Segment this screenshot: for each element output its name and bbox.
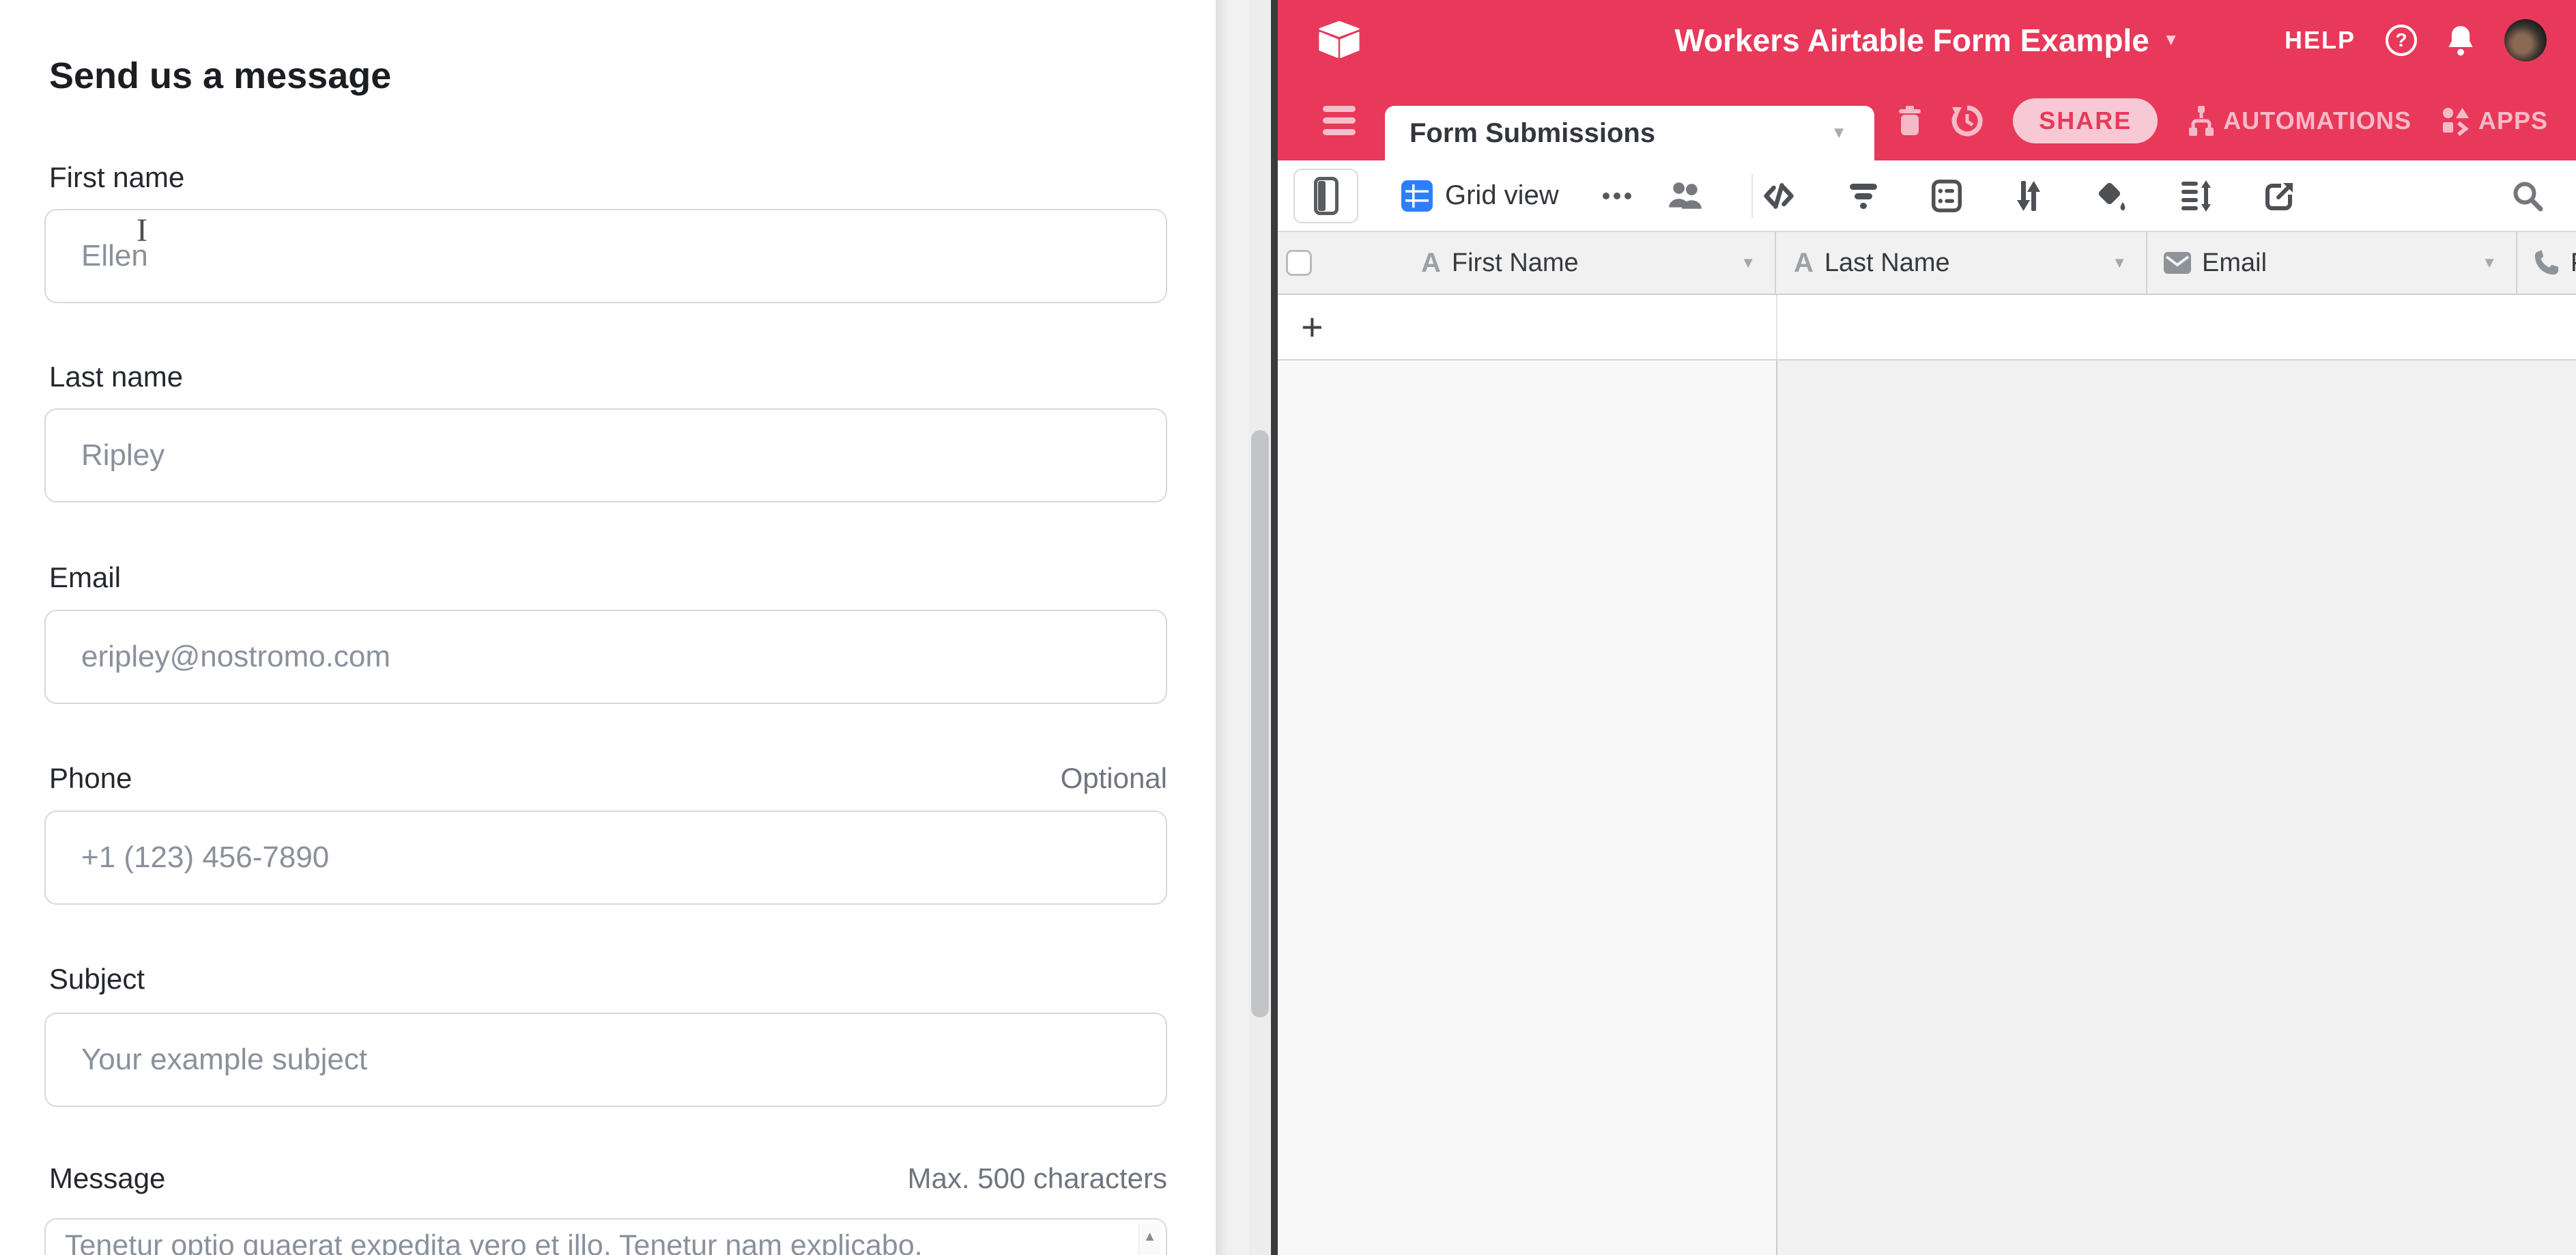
first-name-input[interactable]	[44, 209, 1167, 303]
column-header-email[interactable]: Email ▼	[2147, 232, 2517, 294]
hide-fields-button[interactable]	[1762, 182, 1795, 210]
column-dropdown-caret-icon[interactable]: ▼	[2482, 254, 2497, 272]
automations-button[interactable]: AUTOMATIONS	[2188, 106, 2412, 136]
grid-view-icon[interactable]	[1401, 180, 1433, 212]
sidebar-toggle-icon	[1314, 177, 1339, 215]
grid-body-background	[1777, 361, 2576, 1255]
email-label: Email	[49, 561, 121, 594]
contact-form-pane: Send us a message First name I Last name…	[0, 0, 1216, 1255]
phone-optional-hint: Optional	[1061, 762, 1167, 795]
message-maxchars-hint: Max. 500 characters	[907, 1162, 1167, 1195]
share-view-button[interactable]	[2265, 181, 2295, 211]
automations-icon	[2188, 106, 2215, 136]
column-dropdown-caret-icon[interactable]: ▼	[2112, 254, 2127, 272]
bell-icon[interactable]	[2447, 25, 2474, 56]
phone-input[interactable]	[44, 810, 1167, 905]
subject-input[interactable]	[44, 1013, 1167, 1107]
airtable-window: Workers Airtable Form Example ▼ HELP ? F…	[1278, 0, 2576, 1255]
apps-button[interactable]: APPS	[2442, 106, 2548, 136]
automations-label: AUTOMATIONS	[2223, 107, 2412, 135]
airtable-topbar: Workers Airtable Form Example ▼ HELP ?	[1278, 0, 2576, 81]
column-dropdown-caret-icon[interactable]: ▼	[1741, 254, 1756, 272]
message-text: Tenetur optio quaerat expedita vero et i…	[65, 1229, 923, 1255]
trash-icon[interactable]	[1898, 106, 1921, 136]
phone-field-type-icon	[2534, 250, 2560, 276]
user-avatar[interactable]	[2504, 19, 2547, 61]
table-caret-icon: ▼	[1831, 124, 1847, 143]
last-name-label: Last name	[49, 361, 183, 393]
color-button[interactable]	[2095, 180, 2127, 212]
phone-label: Phone	[49, 762, 132, 795]
grid-body-record-area	[1278, 361, 1776, 1255]
column-divider	[1776, 361, 1777, 1255]
share-button[interactable]: SHARE	[2013, 98, 2158, 143]
view-options-ellipsis-button[interactable]	[1603, 193, 1631, 199]
group-button[interactable]	[1932, 180, 1962, 212]
screen: Send us a message First name I Last name…	[0, 0, 2576, 1255]
view-toolbar: Grid view	[1278, 160, 2576, 232]
column-divider	[1776, 295, 1777, 359]
base-title: Workers Airtable Form Example	[1674, 22, 2149, 59]
email-field-type-icon	[2164, 252, 2191, 274]
subject-label: Subject	[49, 963, 145, 996]
history-icon[interactable]	[1951, 105, 1983, 137]
first-name-label: First name	[49, 161, 184, 194]
base-title-menu[interactable]: Workers Airtable Form Example ▼	[1674, 0, 2179, 81]
view-sidebar-toggle-button[interactable]	[1293, 169, 1358, 223]
view-name-label[interactable]: Grid view	[1445, 180, 1559, 211]
text-field-type-icon: A	[1794, 248, 1814, 279]
text-field-type-icon: A	[1421, 248, 1441, 279]
page-scrollbar-thumb[interactable]	[1251, 430, 1269, 1017]
apps-icon	[2442, 106, 2470, 136]
help-button[interactable]: HELP	[2285, 26, 2356, 55]
column-header-phone[interactable]: Phone	[2517, 232, 2576, 294]
page-scrollbar-track[interactable]	[1249, 0, 1271, 1255]
filter-button[interactable]	[1848, 182, 1878, 210]
select-all-checkbox[interactable]	[1286, 250, 1312, 276]
airtable-logo-icon[interactable]	[1317, 20, 1361, 60]
sort-button[interactable]	[2015, 180, 2042, 212]
window-edge	[1271, 0, 1278, 1255]
airtable-tabrow: Form Submissions ▼ SHARE	[1278, 81, 2576, 160]
collaborators-icon[interactable]	[1668, 180, 1702, 212]
grid-header-row: A First Name ▼ A Last Name ▼ Email ▼	[1278, 232, 2576, 295]
column-header-first-name[interactable]: A First Name ▼	[1278, 232, 1776, 294]
topbar-right-group: HELP ?	[2285, 19, 2547, 61]
scroll-up-arrow-icon[interactable]: ▲	[1139, 1224, 1160, 1245]
base-title-caret-icon: ▼	[2163, 31, 2179, 50]
tabrow-right-group: SHARE AUTOMATIONS	[1898, 81, 2548, 160]
last-name-input[interactable]	[44, 408, 1167, 503]
active-table-name: Form Submissions	[1409, 118, 1655, 149]
message-scrollbar[interactable]: ▲	[1139, 1224, 1160, 1255]
question-circle-icon[interactable]: ?	[2386, 25, 2417, 56]
search-icon[interactable]	[2512, 180, 2543, 212]
apps-label: APPS	[2478, 107, 2548, 135]
message-textarea[interactable]: Tenetur optio quaerat expedita vero et i…	[44, 1218, 1167, 1255]
pane-gutter	[1216, 0, 1249, 1255]
add-record-plus-icon[interactable]: +	[1301, 308, 1323, 346]
active-table-tab[interactable]: Form Submissions ▼	[1385, 106, 1874, 160]
grid-body	[1278, 361, 2576, 1255]
message-label: Message	[49, 1162, 165, 1195]
tables-menu-button[interactable]	[1323, 106, 1356, 135]
toolbar-divider	[1751, 174, 1753, 218]
add-record-row[interactable]: +	[1278, 295, 2576, 361]
column-header-last-name[interactable]: A Last Name ▼	[1776, 232, 2147, 294]
row-height-button[interactable]	[2180, 180, 2212, 212]
email-input[interactable]	[44, 610, 1167, 704]
form-heading: Send us a message	[49, 55, 391, 97]
